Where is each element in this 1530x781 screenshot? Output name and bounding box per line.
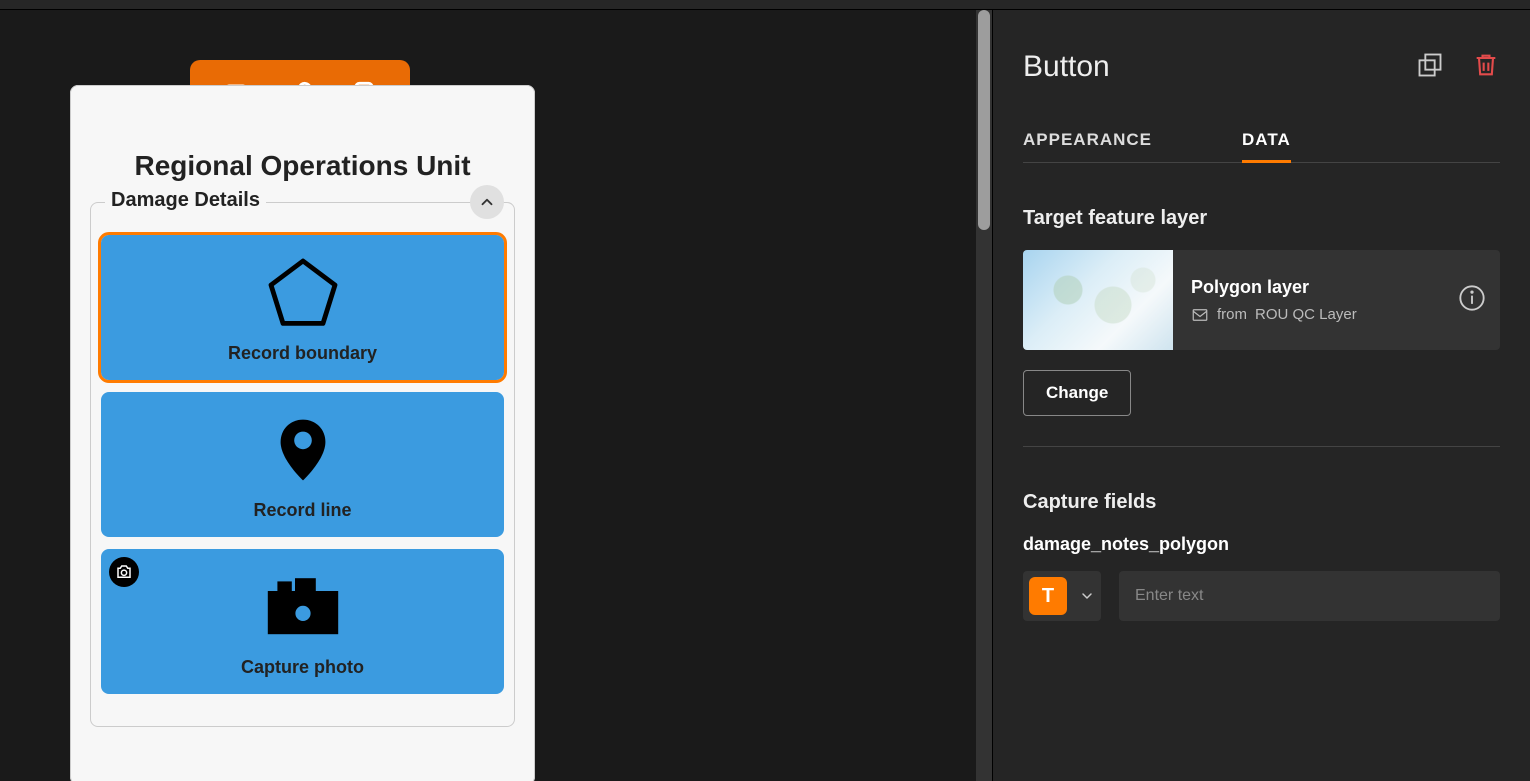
- card-record-boundary[interactable]: Record boundary: [101, 235, 504, 380]
- tab-data[interactable]: DATA: [1242, 120, 1291, 163]
- properties-panel: Button APPEARANCE DATA Target feature la…: [992, 10, 1530, 781]
- section-target-layer: Target feature layer: [1023, 207, 1500, 230]
- chevron-down-icon: [1079, 588, 1095, 604]
- layer-card: Polygon layer from ROU QC Layer: [1023, 250, 1500, 350]
- camera-icon: [115, 563, 133, 581]
- field-type-picker[interactable]: T: [1023, 571, 1101, 621]
- layer-name: Polygon layer: [1191, 277, 1440, 298]
- pin-icon: [263, 410, 343, 490]
- camera-large-icon: [263, 567, 343, 647]
- card-label: Record line: [253, 500, 351, 521]
- tab-appearance[interactable]: APPEARANCE: [1023, 120, 1152, 162]
- trash-icon: [1472, 51, 1500, 79]
- layer-source-prefix: from: [1217, 306, 1247, 323]
- duplicate-icon: [1416, 51, 1444, 79]
- field-text-input[interactable]: [1119, 571, 1500, 621]
- divider: [1023, 446, 1500, 447]
- group-label: Damage Details: [105, 189, 266, 212]
- section-capture-fields: Capture fields: [1023, 491, 1500, 514]
- layer-source: from ROU QC Layer: [1191, 306, 1440, 324]
- camera-badge: [109, 557, 139, 587]
- info-button[interactable]: [1458, 284, 1486, 317]
- delete-button[interactable]: [1472, 51, 1500, 84]
- collapse-button[interactable]: [470, 185, 504, 219]
- top-bar: [0, 0, 1530, 10]
- layer-info: Polygon layer from ROU QC Layer: [1173, 277, 1458, 324]
- chevron-up-icon: [478, 193, 496, 211]
- scrollbar[interactable]: [976, 10, 992, 781]
- pentagon-icon: [263, 253, 343, 333]
- type-swatch: T: [1029, 577, 1067, 615]
- panel-title: Button: [1023, 50, 1110, 84]
- panel-header: Button: [1023, 50, 1500, 84]
- card-record-line[interactable]: Record line: [101, 392, 504, 537]
- tabs: APPEARANCE DATA: [1023, 120, 1500, 163]
- duplicate-button[interactable]: [1416, 51, 1444, 84]
- card-capture-photo[interactable]: Capture photo: [101, 549, 504, 694]
- main: Regional Operations Unit Damage Details …: [0, 10, 1530, 781]
- canvas: Regional Operations Unit Damage Details …: [0, 10, 992, 781]
- card-label: Capture photo: [241, 657, 364, 678]
- info-icon: [1458, 284, 1486, 312]
- field-name: damage_notes_polygon: [1023, 534, 1500, 555]
- layer-source-name: ROU QC Layer: [1255, 306, 1357, 323]
- field-row: T: [1023, 571, 1500, 621]
- preview-title: Regional Operations Unit: [70, 150, 535, 182]
- app-preview: Regional Operations Unit Damage Details …: [70, 85, 535, 781]
- card-label: Record boundary: [228, 343, 377, 364]
- envelope-icon: [1191, 306, 1209, 324]
- group-damage-details: Damage Details Record boundary Rec: [90, 202, 515, 727]
- change-button[interactable]: Change: [1023, 370, 1131, 416]
- type-dropdown-toggle[interactable]: [1073, 571, 1101, 621]
- layer-thumbnail: [1023, 250, 1173, 350]
